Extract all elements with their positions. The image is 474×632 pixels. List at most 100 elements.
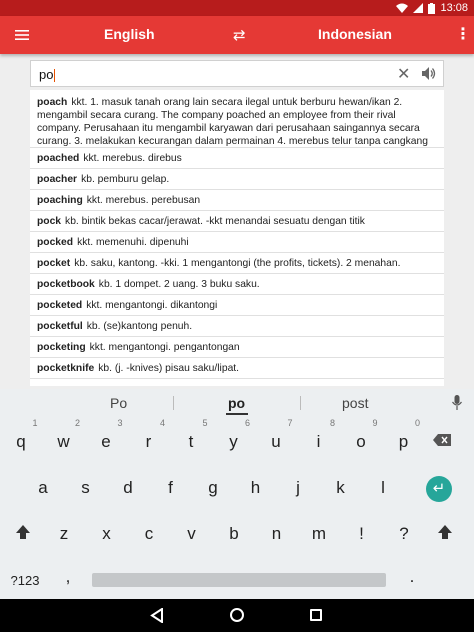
result-definition: kb. saku, kantong. -kki. 1 mengantongi (… bbox=[74, 258, 401, 269]
key-hint: 4 bbox=[159, 418, 165, 428]
search-input-text: po bbox=[39, 67, 54, 82]
battery-icon bbox=[428, 2, 436, 14]
result-definition: kb. (j. -knives) pisau saku/lipat. bbox=[98, 363, 240, 374]
suggestion-item-primary[interactable]: po bbox=[228, 395, 245, 411]
key-hint: 9 bbox=[372, 418, 378, 428]
result-item[interactable]: pocketing kkt. mengantongi. pengantongan bbox=[30, 337, 444, 358]
key-a[interactable]: a bbox=[31, 478, 55, 498]
key-s[interactable]: s bbox=[74, 478, 98, 498]
key-h[interactable]: h bbox=[244, 478, 268, 498]
more-options-icon[interactable]: ⋮ bbox=[455, 24, 471, 44]
key-n[interactable]: n bbox=[265, 524, 289, 544]
symbols-key[interactable]: ?123 bbox=[8, 573, 42, 588]
signal-icon bbox=[413, 3, 424, 13]
comma-key[interactable]: , bbox=[56, 567, 80, 587]
backspace-icon[interactable] bbox=[433, 434, 451, 446]
key-hint: 5 bbox=[202, 418, 208, 428]
menu-icon[interactable] bbox=[14, 27, 30, 43]
key-c[interactable]: c bbox=[137, 524, 161, 544]
key-e[interactable]: e bbox=[94, 432, 118, 452]
result-word: pocketed bbox=[37, 300, 83, 311]
result-word: pocketknife bbox=[37, 363, 95, 374]
result-word: pocketful bbox=[37, 321, 83, 332]
result-item[interactable]: pocketknife kb. (j. -knives) pisau saku/l… bbox=[30, 358, 444, 379]
suggestion-divider bbox=[300, 396, 301, 410]
result-definition: kkt. 1. masuk tanah orang lain secara il… bbox=[37, 97, 428, 147]
key-hint: 3 bbox=[117, 418, 123, 428]
result-word: poach bbox=[37, 97, 68, 108]
suggestion-item[interactable]: post bbox=[342, 395, 368, 411]
navigation-bar bbox=[0, 599, 474, 632]
result-definition: kb. pemburu gelap. bbox=[81, 174, 170, 185]
result-item[interactable]: pock kb. bintik bekas cacar/jerawat. -kkt… bbox=[30, 211, 444, 232]
result-definition: kb. (se)kantong penuh. bbox=[86, 321, 193, 332]
suggestion-divider bbox=[173, 396, 174, 410]
key-m[interactable]: m bbox=[307, 524, 331, 544]
key-k[interactable]: k bbox=[329, 478, 353, 498]
result-item[interactable]: poacher kb. pemburu gelap. bbox=[30, 169, 444, 190]
key-t[interactable]: t bbox=[179, 432, 203, 452]
home-icon[interactable] bbox=[230, 608, 244, 622]
key-?[interactable]: ? bbox=[392, 524, 416, 544]
shift-icon-right[interactable] bbox=[437, 524, 453, 540]
result-definition: kkt. mengantongi. pengantongan bbox=[89, 342, 240, 353]
key-g[interactable]: g bbox=[201, 478, 225, 498]
swap-languages-icon[interactable]: ⇄ bbox=[233, 26, 246, 44]
key-p[interactable]: p bbox=[392, 432, 416, 452]
key-l[interactable]: l bbox=[371, 478, 395, 498]
suggestion-strip: Po po post bbox=[0, 389, 474, 417]
key-hint: 0 bbox=[414, 418, 420, 428]
result-item[interactable]: poach kkt. 1. masuk tanah orang lain seca… bbox=[30, 90, 444, 148]
period-key[interactable]: . bbox=[400, 567, 424, 587]
result-item[interactable]: pocketed kkt. mengantongi. dikantongi bbox=[30, 295, 444, 316]
key-r[interactable]: r bbox=[137, 432, 161, 452]
key-![interactable]: ! bbox=[350, 524, 374, 544]
shift-icon[interactable] bbox=[15, 524, 31, 540]
key-x[interactable]: x bbox=[95, 524, 119, 544]
key-q[interactable]: q bbox=[9, 432, 33, 452]
soft-keyboard: Po po post q 1 w 2 e 3 r 4 t 5 y 6 u 7 i 8 o 9 p 0 asdfghjkl… bbox=[0, 389, 474, 599]
result-definition: kkt. memenuhi. dipenuhi bbox=[77, 237, 189, 248]
recent-apps-icon[interactable] bbox=[310, 609, 322, 621]
result-item[interactable]: pocked kkt. memenuhi. dipenuhi bbox=[30, 232, 444, 253]
back-icon[interactable] bbox=[150, 608, 164, 623]
speaker-icon[interactable] bbox=[422, 67, 436, 80]
suggestion-underline bbox=[226, 413, 248, 415]
key-z[interactable]: z bbox=[52, 524, 76, 544]
search-box[interactable]: po ✕ bbox=[30, 60, 444, 87]
microphone-icon[interactable] bbox=[452, 395, 462, 411]
search-input[interactable]: po bbox=[39, 67, 56, 83]
result-definition: kkt. merebus. perebusan bbox=[86, 195, 201, 206]
suggestion-item[interactable]: Po bbox=[110, 395, 127, 411]
target-language-button[interactable]: Indonesian bbox=[318, 26, 392, 42]
result-item[interactable]: pocket kb. saku, kantong. -kki. 1 mengant… bbox=[30, 253, 444, 274]
result-definition: kkt. merebus. direbus bbox=[83, 153, 182, 164]
result-word: pocket bbox=[37, 258, 71, 269]
result-item[interactable]: poaching kkt. merebus. perebusan bbox=[30, 190, 444, 211]
result-item[interactable]: pocketbook kb. 1 dompet. 2 uang. 3 buku s… bbox=[30, 274, 444, 295]
key-i[interactable]: i bbox=[307, 432, 331, 452]
text-cursor bbox=[54, 69, 56, 83]
key-b[interactable]: b bbox=[222, 524, 246, 544]
key-o[interactable]: o bbox=[349, 432, 373, 452]
key-u[interactable]: u bbox=[264, 432, 288, 452]
result-word: pock bbox=[37, 216, 62, 227]
enter-button[interactable]: ↵ bbox=[426, 476, 452, 502]
result-item[interactable]: pocketful kb. (se)kantong penuh. bbox=[30, 316, 444, 337]
space-bar[interactable] bbox=[92, 573, 386, 587]
key-j[interactable]: j bbox=[286, 478, 310, 498]
clock: 13:08 bbox=[440, 2, 468, 14]
key-f[interactable]: f bbox=[159, 478, 183, 498]
key-y[interactable]: y bbox=[222, 432, 246, 452]
wifi-icon bbox=[396, 3, 409, 13]
result-word: pocked bbox=[37, 237, 74, 248]
key-hint: 2 bbox=[74, 418, 80, 428]
source-language-button[interactable]: English bbox=[104, 26, 155, 42]
key-hint: 8 bbox=[329, 418, 335, 428]
key-v[interactable]: v bbox=[180, 524, 204, 544]
clear-icon[interactable]: ✕ bbox=[397, 64, 410, 84]
key-d[interactable]: d bbox=[116, 478, 140, 498]
result-item[interactable]: poached kkt. merebus. direbus bbox=[30, 148, 444, 169]
key-w[interactable]: w bbox=[52, 432, 76, 452]
result-definition: kb. bintik bekas cacar/jerawat. -kkt men… bbox=[65, 216, 365, 227]
